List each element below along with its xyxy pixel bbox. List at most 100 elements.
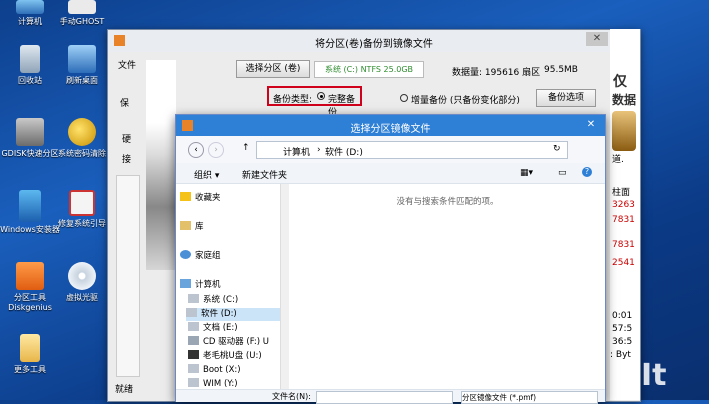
select-partition-button[interactable]: 选择分区 (卷) (236, 60, 310, 78)
desktop-icon-more-tools[interactable]: 更多工具 (0, 334, 60, 375)
preview-pane-icon[interactable]: ▭ (558, 168, 567, 178)
radio-dot (319, 94, 323, 98)
new-folder-button[interactable]: 新建文件夹 (242, 168, 287, 181)
forward-button[interactable]: › (208, 142, 224, 158)
cd-drive-icon (188, 336, 199, 345)
nav-drive-d[interactable]: 软件 (D:) (186, 308, 289, 321)
filename-label: 文件名(N): (272, 392, 311, 401)
file-dialog-title: 选择分区镜像文件 (350, 124, 431, 135)
address-drive[interactable]: 软件 (D:) (325, 145, 363, 158)
right-label-8: 2541 (612, 258, 635, 268)
right-label-0: 仅 (613, 74, 627, 90)
up-icon[interactable]: ↑ (242, 143, 250, 153)
key-icon (68, 118, 96, 146)
right-label-10: 57:5 (612, 324, 633, 334)
right-label-1: 数据 (612, 93, 637, 107)
nav-favorites[interactable]: 收藏夹 (180, 192, 221, 205)
usb-drive-icon (188, 350, 199, 359)
refresh-icon[interactable]: ↻ (553, 144, 561, 154)
desktop-icon-diskgenius[interactable]: 分区工具Diskgenius (0, 262, 60, 313)
desktop-icon-gdisk[interactable]: GDISK快速分区 (0, 118, 60, 159)
incremental-backup-radio[interactable] (400, 94, 408, 102)
nav-drive-label: 系统 (C:) (203, 295, 239, 305)
desktop-icon-label: 刷新桌面 (66, 76, 98, 85)
file-dialog-close-button[interactable]: ✕ (580, 118, 602, 132)
organize-button[interactable]: 组织 ▾ (194, 168, 219, 181)
desktop-icon-label: 计算机 (18, 17, 42, 26)
nav-bar: ‹ › ↑ 计算机 › 软件 (D:) ↻ (176, 136, 605, 163)
backup-options-button[interactable]: 备份选项 (536, 89, 596, 107)
address-separator: › (317, 145, 321, 155)
nav-computer-label: 计算机 (195, 280, 221, 290)
desktop-icon-refresh[interactable]: 刷新桌面 (52, 45, 112, 86)
library-icon (180, 221, 191, 230)
recycle-bin-icon (20, 45, 40, 73)
drive-icon (188, 378, 199, 387)
windows-installer-icon (19, 190, 41, 222)
nav-drive-x[interactable]: Boot (X:) (188, 364, 241, 377)
drive-icon (188, 294, 199, 303)
close-button[interactable]: ✕ (586, 32, 608, 46)
partition-info: 系统 (C:) NTFS 25.0GB (314, 61, 424, 78)
desktop-icon-recycle-bin[interactable]: 回收站 (0, 45, 60, 86)
nav-drive-label: 文档 (E:) (203, 323, 238, 333)
nav-computer[interactable]: 计算机 (180, 279, 221, 292)
back-button[interactable]: ‹ (188, 142, 204, 158)
file-dialog-titlebar: 选择分区镜像文件 ✕ (176, 115, 605, 136)
help-icon[interactable]: ? (582, 167, 592, 177)
bottom-bar: 文件名(N): 分区镜像文件 (*.pmf) (176, 389, 605, 404)
desktop-icon-label: 虚拟光驱 (66, 293, 98, 302)
nav-homegroup-label: 家庭组 (195, 251, 221, 261)
navigation-pane: 收藏夹 库 家庭组 计算机 系统 (C:) 软件 (D:) 文档 (E:) CD… (176, 184, 289, 401)
desktop-icon-windows-installer[interactable]: Windows安装器 (0, 190, 60, 235)
gdisk-icon (16, 118, 44, 146)
backup-type-group: 备份类型: 完整备份 (267, 86, 362, 118)
desktop-icon-label: 更多工具 (14, 365, 46, 374)
desktop-icon-ghost[interactable]: 手动GHOST (52, 0, 112, 27)
ghost-icon (68, 0, 96, 14)
right-label-5: 3263 (612, 200, 635, 210)
side-tree (116, 175, 140, 377)
nav-scrollbar[interactable] (280, 184, 289, 389)
filename-input[interactable] (316, 391, 453, 404)
nav-homegroup[interactable]: 家庭组 (180, 250, 221, 263)
desktop-icon-label: Windows安装器 (0, 225, 60, 234)
sector-count: 数据量: 195616 扇区 (452, 68, 541, 78)
right-disk-image (612, 111, 636, 151)
right-info-panel: 仅 数据 道. 柱面 3263 7831 7831 2541 0:01 57:5… (610, 29, 640, 400)
first-aid-icon (69, 190, 95, 216)
side-label-save: 保 (120, 99, 130, 109)
desktop-icon-password-clear[interactable]: 系统密码清除 (52, 118, 112, 159)
right-label-3: 道. (612, 155, 624, 165)
desktop-icon-repair-boot[interactable]: 修复系统引导 (52, 190, 112, 229)
right-label-9: 0:01 (612, 311, 633, 321)
incremental-backup-label[interactable]: 增量备份 (只备份变化部分) (411, 93, 520, 106)
empty-message: 没有与搜索条件匹配的项。 (396, 197, 499, 207)
drive-icon (188, 364, 199, 373)
nav-drive-f[interactable]: CD 驱动器 (F:) U (188, 336, 269, 349)
desktop-icon-label: 回收站 (18, 76, 42, 85)
filetype-select[interactable]: 分区镜像文件 (*.pmf) (461, 391, 598, 404)
background-logo: It (641, 358, 667, 393)
nav-drive-c[interactable]: 系统 (C:) (188, 294, 238, 307)
address-computer[interactable]: 计算机 (283, 145, 310, 158)
desktop-icon-virtual-drive[interactable]: 虚拟光驱 (52, 262, 112, 303)
select-image-file-dialog: 选择分区镜像文件 ✕ ‹ › ↑ 计算机 › 软件 (D:) ↻ 组织 ▾ 新建… (175, 114, 606, 404)
view-icon[interactable]: ▦▾ (520, 168, 533, 178)
full-backup-radio[interactable] (317, 92, 325, 100)
star-icon (180, 192, 191, 201)
nav-drive-e[interactable]: 文档 (E:) (188, 322, 238, 335)
disk-preview (146, 60, 176, 270)
right-label-7: 7831 (612, 240, 635, 250)
computer-icon (16, 0, 44, 14)
desktop-icon-label: 修复系统引导 (58, 219, 106, 228)
nav-library[interactable]: 库 (180, 221, 204, 234)
main-titlebar: 将分区(卷)备份到镜像文件 ✕ (108, 30, 640, 52)
backup-type-label: 备份类型: (273, 95, 313, 105)
right-label-4: 柱面 (612, 188, 631, 198)
nav-drive-label: 软件 (D:) (201, 309, 237, 319)
nav-drive-label: WIM (Y:) (203, 379, 238, 389)
address-bar[interactable]: 计算机 › 软件 (D:) ↻ (256, 141, 568, 159)
desktop-icon-computer[interactable]: 计算机 (0, 0, 60, 27)
nav-drive-u[interactable]: 老毛桃U盘 (U:) (188, 350, 262, 363)
